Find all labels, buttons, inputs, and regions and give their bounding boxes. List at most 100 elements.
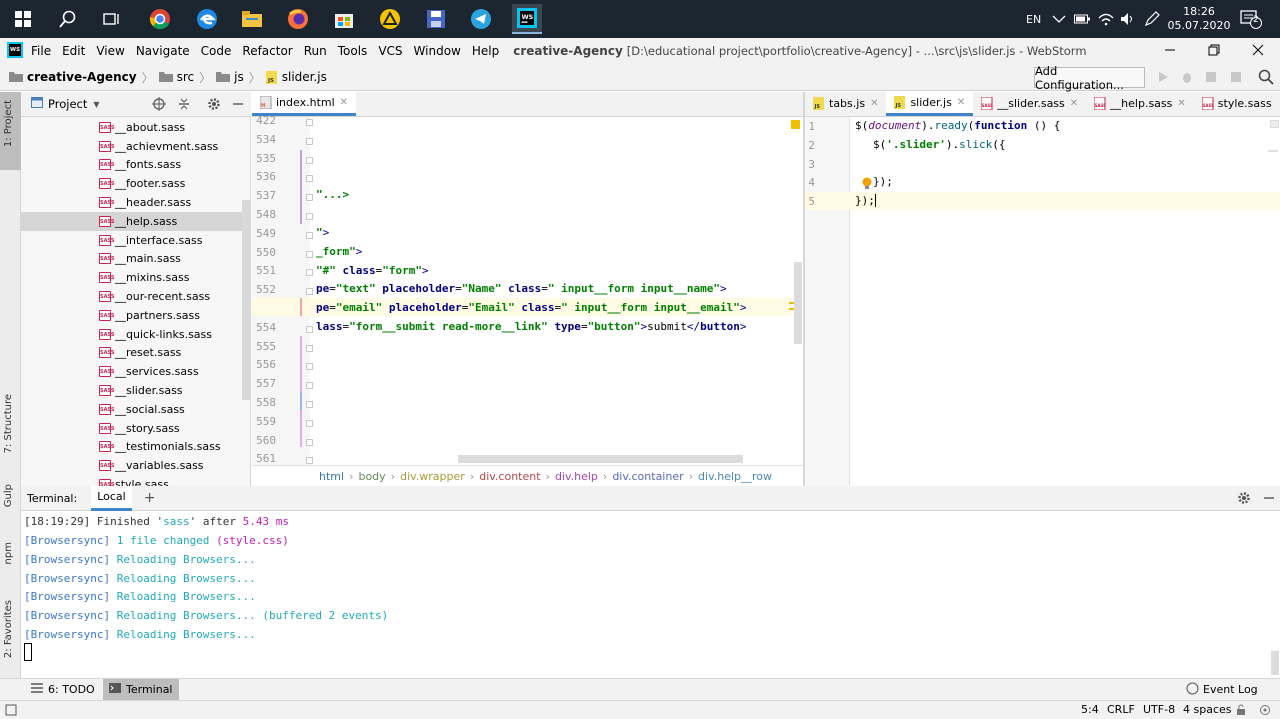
menu-edit[interactable]: Edit: [62, 44, 85, 58]
tree-file-item[interactable]: SASS __mixins.sass: [21, 268, 251, 287]
menu-navigate[interactable]: Navigate: [136, 44, 190, 58]
gear-icon[interactable]: [207, 97, 221, 114]
edge-icon[interactable]: [192, 4, 222, 34]
crumb-div-help[interactable]: div.help: [555, 470, 598, 483]
maximize-icon[interactable]: [1208, 44, 1220, 59]
search-icon[interactable]: [53, 4, 83, 34]
fold-marker[interactable]: [306, 194, 313, 202]
tree-file-item[interactable]: SASS __reset.sass: [21, 344, 251, 363]
tree-file-item[interactable]: SASS __help.sass: [21, 212, 251, 231]
volume-icon[interactable]: [1120, 0, 1134, 38]
tree-file-item[interactable]: SASS __services.sass: [21, 362, 251, 381]
tree-file-item[interactable]: SASS __fonts.sass: [21, 156, 251, 175]
tab-style-sass[interactable]: SASS style.sass: [1194, 91, 1280, 116]
close-window-icon[interactable]: [1252, 44, 1264, 59]
webstorm-taskbar-icon[interactable]: WS: [512, 4, 542, 34]
breadcrumb-file[interactable]: JS slider.js: [265, 70, 327, 84]
tree-file-item[interactable]: SASS __main.sass: [21, 250, 251, 269]
close-tab-icon[interactable]: ✕: [1177, 98, 1185, 109]
favorites-tool-button[interactable]: 2: Favorites: [0, 596, 21, 670]
tree-file-item[interactable]: SASS __social.sass: [21, 400, 251, 419]
crumb-div-wrapper[interactable]: div.wrapper: [400, 470, 465, 483]
menu-help[interactable]: Help: [472, 44, 499, 58]
breadcrumb-js[interactable]: js: [216, 70, 244, 84]
project-tool-button[interactable]: 1: Project: [0, 92, 21, 170]
breadcrumb-src[interactable]: src: [158, 70, 194, 84]
tree-file-item[interactable]: SASS __partners.sass: [21, 306, 251, 325]
tree-file-item[interactable]: SASS __variables.sass: [21, 456, 251, 475]
new-terminal-button[interactable]: +: [144, 490, 156, 506]
crumb-div-help-row[interactable]: div.help__row: [698, 470, 772, 483]
lightbulb-icon[interactable]: [862, 177, 872, 192]
right-editor-code-area[interactable]: [850, 117, 1280, 486]
minimize-icon[interactable]: [1164, 44, 1176, 59]
lock-icon[interactable]: [1235, 704, 1247, 719]
collapse-all-icon[interactable]: [177, 97, 191, 114]
run-icon[interactable]: [1157, 71, 1169, 86]
caret-position[interactable]: 5:4: [1081, 703, 1099, 716]
fold-marker[interactable]: [306, 288, 313, 296]
pen-icon[interactable]: [1144, 0, 1160, 38]
fold-marker[interactable]: [306, 325, 313, 333]
crumb-body[interactable]: body: [358, 470, 385, 483]
tab-index-html[interactable]: H index.html ✕: [252, 91, 357, 116]
layout-toggle-icon[interactable]: [5, 704, 17, 719]
project-view-title[interactable]: Project: [48, 97, 87, 111]
fold-marker[interactable]: [306, 382, 313, 390]
tab-help-sass[interactable]: SASS __help.sass ✕: [1086, 91, 1194, 116]
menu-run[interactable]: Run: [304, 44, 327, 58]
gulp-tool-button[interactable]: Gulp: [0, 480, 21, 516]
close-tab-icon[interactable]: ✕: [1070, 98, 1078, 109]
debug-icon[interactable]: [1180, 70, 1194, 87]
fold-marker[interactable]: [306, 175, 313, 183]
locate-icon[interactable]: [152, 97, 166, 114]
close-tab-icon[interactable]: ✕: [340, 97, 348, 108]
inspector-icon[interactable]: [1259, 704, 1272, 719]
fold-marker[interactable]: [306, 344, 313, 352]
file-encoding[interactable]: UTF-8: [1143, 703, 1175, 716]
battery-icon[interactable]: [1074, 0, 1090, 38]
firefox-icon[interactable]: [283, 4, 313, 34]
fold-marker[interactable]: [306, 250, 313, 258]
chevron-up-icon[interactable]: [1052, 0, 1066, 38]
npm-tool-button[interactable]: npm: [0, 538, 21, 580]
gear-icon[interactable]: [1237, 491, 1251, 508]
clock[interactable]: 18:26 05.07.2020: [1168, 0, 1231, 38]
event-log-button[interactable]: Event Log: [1186, 679, 1258, 700]
tree-file-item[interactable]: SASS __interface.sass: [21, 231, 251, 250]
hide-icon[interactable]: [1262, 491, 1276, 508]
menu-view[interactable]: View: [96, 44, 124, 58]
app-triangle-icon[interactable]: [375, 4, 405, 34]
crumb-div-content[interactable]: div.content: [479, 470, 540, 483]
fold-marker[interactable]: [306, 213, 313, 220]
terminal-tab-local[interactable]: Local: [91, 485, 132, 511]
save-disk-icon[interactable]: [421, 4, 451, 34]
stop-icon[interactable]: [1230, 71, 1242, 86]
search-everywhere-icon[interactable]: [1258, 69, 1274, 88]
tree-file-item[interactable]: SASS __header.sass: [21, 193, 251, 212]
tree-file-item[interactable]: SASS __quick-links.sass: [21, 325, 251, 344]
horizontal-scrollbar[interactable]: [458, 455, 743, 463]
fold-marker[interactable]: [306, 457, 313, 465]
telegram-icon[interactable]: [466, 4, 496, 34]
notifications-icon[interactable]: 2: [1240, 0, 1262, 38]
tree-file-item[interactable]: SASS __achievment.sass: [21, 137, 251, 156]
fold-marker[interactable]: [306, 363, 313, 371]
fold-marker[interactable]: [306, 119, 313, 126]
tree-file-item[interactable]: SASS __slider.sass: [21, 381, 251, 400]
fold-marker[interactable]: [306, 156, 313, 164]
task-view-icon[interactable]: [97, 4, 127, 34]
hide-icon[interactable]: [231, 97, 245, 114]
menu-tools[interactable]: Tools: [338, 44, 368, 58]
fold-marker[interactable]: [306, 137, 313, 145]
close-tab-icon[interactable]: ✕: [957, 97, 965, 108]
windows-start-icon[interactable]: [8, 4, 38, 34]
store-icon[interactable]: [329, 4, 359, 34]
breadcrumb-project[interactable]: creative-Agency: [9, 70, 137, 84]
menu-vcs[interactable]: VCS: [378, 44, 402, 58]
menu-window[interactable]: Window: [414, 44, 461, 58]
chrome-icon[interactable]: [145, 4, 175, 34]
tree-file-item[interactable]: SASS __story.sass: [21, 419, 251, 438]
fold-marker[interactable]: [306, 269, 313, 277]
vertical-scrollbar[interactable]: [794, 262, 802, 344]
